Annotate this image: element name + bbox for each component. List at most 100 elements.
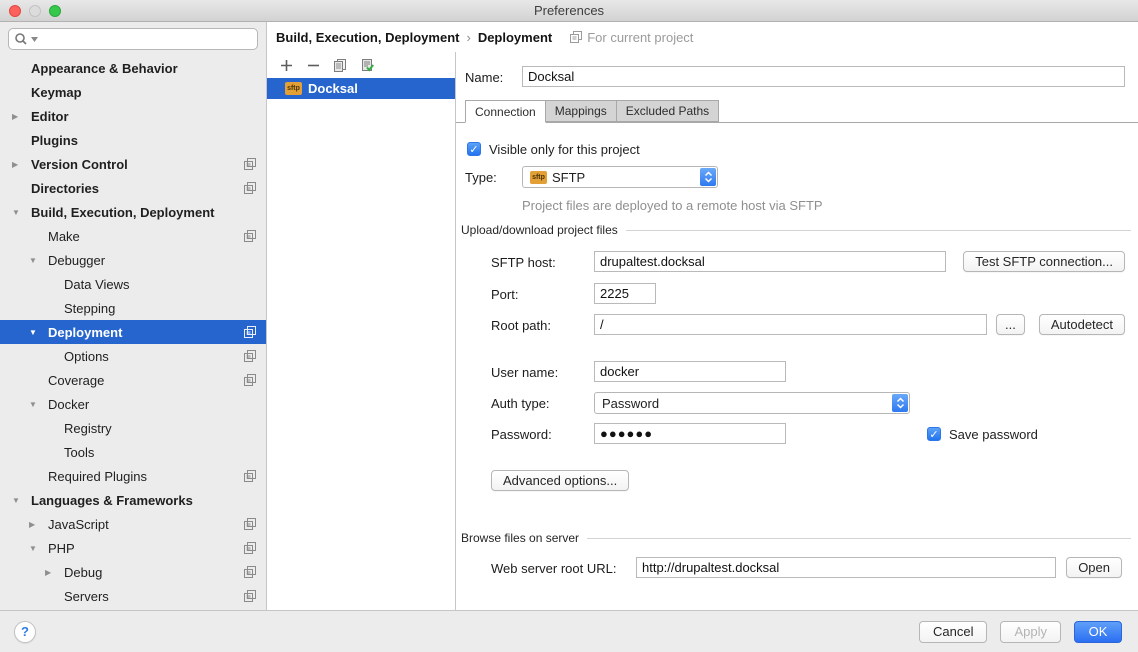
user-name-input[interactable]	[594, 361, 786, 382]
chevron-down-icon[interactable]: ▼	[29, 544, 37, 553]
open-url-button[interactable]: Open	[1066, 557, 1122, 578]
breadcrumb-current: Deployment	[478, 30, 552, 45]
chevron-right-icon[interactable]: ▶	[29, 520, 35, 529]
chevron-down-icon[interactable]: ▼	[12, 496, 20, 505]
minimize-window-icon	[29, 5, 41, 17]
sidebar-item-label: Debug	[64, 565, 102, 580]
visible-only-checkbox[interactable]: ✓	[467, 142, 481, 156]
breadcrumb-parent[interactable]: Build, Execution, Deployment	[276, 30, 459, 45]
chevron-down-icon[interactable]: ▼	[12, 208, 20, 217]
tab-mappings[interactable]: Mappings	[546, 100, 617, 122]
sidebar-item-label: Directories	[31, 181, 99, 196]
search-input[interactable]	[40, 30, 252, 48]
chevron-right-icon[interactable]: ▶	[12, 112, 18, 121]
root-path-input[interactable]	[594, 314, 987, 335]
sidebar-item-label: Required Plugins	[48, 469, 147, 484]
password-input[interactable]	[594, 423, 786, 444]
sidebar-item-label: Build, Execution, Deployment	[31, 205, 214, 220]
sidebar-item-label: Data Views	[64, 277, 130, 292]
content-row: sftpDocksal Name: ConnectionMappingsExcl…	[267, 52, 1138, 610]
sidebar-item-javascript[interactable]: ▶JavaScript	[0, 512, 266, 536]
help-button[interactable]: ?	[14, 621, 36, 643]
server-list: sftpDocksal	[267, 78, 455, 99]
search-wrap	[0, 22, 266, 54]
add-server-button[interactable]	[278, 57, 294, 73]
browse-root-path-button[interactable]: ...	[996, 314, 1025, 335]
sidebar-item-servers[interactable]: Servers	[0, 584, 266, 608]
sidebar-item-deployment[interactable]: ▼Deployment	[0, 320, 266, 344]
test-sftp-connection-button[interactable]: Test SFTP connection...	[963, 251, 1125, 272]
sidebar-item-label: Appearance & Behavior	[31, 61, 178, 76]
zoom-window-icon[interactable]	[49, 5, 61, 17]
sidebar-item-languages-frameworks[interactable]: ▼ Languages & Frameworks	[0, 488, 266, 512]
auth-type-select[interactable]: Password	[594, 392, 910, 414]
sidebar-item-editor[interactable]: ▶Editor	[0, 104, 266, 128]
select-stepper-icon	[892, 394, 908, 412]
chevron-right-icon[interactable]: ▶	[12, 160, 18, 169]
sidebar-item-label: Plugins	[31, 133, 78, 148]
sidebar-item-docker[interactable]: ▼Docker	[0, 392, 266, 416]
web-root-input[interactable]	[636, 557, 1056, 578]
search-icon	[14, 32, 29, 47]
titlebar: Preferences	[0, 0, 1138, 22]
chevron-right-icon[interactable]: ▶	[45, 568, 51, 577]
port-input[interactable]	[594, 283, 656, 304]
sidebar-item-tools[interactable]: Tools	[0, 440, 266, 464]
sidebar-item-plugins[interactable]: Plugins	[0, 128, 266, 152]
sidebar-item-data-views[interactable]: Data Views	[0, 272, 266, 296]
server-list-panel: sftpDocksal	[267, 52, 456, 610]
search-filter-chevron-icon[interactable]	[31, 37, 38, 42]
sidebar-item-appearance-behavior[interactable]: Appearance & Behavior	[0, 56, 266, 80]
port-label: Port:	[491, 287, 518, 302]
type-select[interactable]: sftp SFTP	[522, 166, 718, 188]
sidebar-item-debug[interactable]: ▶ Debug	[0, 560, 266, 584]
sftp-host-input[interactable]	[594, 251, 946, 272]
project-scope-icon	[244, 590, 256, 602]
sidebar-item-make[interactable]: Make	[0, 224, 266, 248]
main-area: Appearance & Behavior Keymap▶Editor Plugin…	[0, 22, 1138, 610]
sidebar-item-stepping[interactable]: Stepping	[0, 296, 266, 320]
tab-connection[interactable]: Connection	[465, 100, 546, 123]
sidebar-item-registry[interactable]: Registry	[0, 416, 266, 440]
sidebar-item-php[interactable]: ▼ PHP	[0, 536, 266, 560]
window-title: Preferences	[534, 3, 604, 18]
chevron-down-icon[interactable]: ▼	[29, 328, 37, 337]
type-select-value: SFTP	[552, 170, 585, 185]
project-scope-icon	[244, 182, 256, 194]
tab-excluded-paths[interactable]: Excluded Paths	[617, 100, 719, 122]
sidebar-item-coverage[interactable]: Coverage	[0, 368, 266, 392]
server-list-item-docksal[interactable]: sftpDocksal	[267, 78, 455, 99]
sidebar-item-version-control[interactable]: ▶ Version Control	[0, 152, 266, 176]
sidebar-item-build-execution-deployment[interactable]: ▼ Build, Execution, Deployment	[0, 200, 266, 224]
sidebar-item-debugger[interactable]: ▼Debugger	[0, 248, 266, 272]
ok-button[interactable]: OK	[1074, 621, 1122, 643]
sidebar-item-label: Version Control	[31, 157, 128, 172]
auth-type-label: Auth type:	[491, 396, 550, 411]
project-scope-icon	[244, 350, 256, 362]
project-scope-icon	[244, 566, 256, 578]
cancel-button[interactable]: Cancel	[919, 621, 987, 643]
chevron-down-icon[interactable]: ▼	[29, 400, 37, 409]
autodetect-button[interactable]: Autodetect	[1039, 314, 1125, 335]
deployment-form: Name: ConnectionMappingsExcluded Paths ✓…	[456, 52, 1138, 610]
type-hint: Project files are deployed to a remote h…	[522, 198, 823, 213]
chevron-down-icon[interactable]: ▼	[29, 256, 37, 265]
use-as-default-button[interactable]	[359, 57, 375, 73]
close-window-icon[interactable]	[9, 5, 21, 17]
sidebar-item-keymap[interactable]: Keymap	[0, 80, 266, 104]
save-password-checkbox[interactable]: ✓	[927, 427, 941, 441]
copy-server-button[interactable]	[332, 57, 348, 73]
search-box[interactable]	[8, 28, 258, 50]
web-root-label: Web server root URL:	[491, 561, 616, 576]
sidebar-item-directories[interactable]: Directories	[0, 176, 266, 200]
preferences-window: Preferences Appearance & BehaviorKeymap▶…	[0, 0, 1138, 652]
sidebar-item-label: Languages & Frameworks	[31, 493, 193, 508]
sidebar-item-options[interactable]: Options	[0, 344, 266, 368]
sidebar-item-required-plugins[interactable]: Required Plugins	[0, 464, 266, 488]
advanced-options-button[interactable]: Advanced options...	[491, 470, 629, 491]
name-input[interactable]	[522, 66, 1125, 87]
remove-server-button[interactable]	[305, 57, 321, 73]
apply-button[interactable]: Apply	[1000, 621, 1061, 643]
sidebar-item-label: Stepping	[64, 301, 115, 316]
sidebar-item-label: PHP	[48, 541, 75, 556]
